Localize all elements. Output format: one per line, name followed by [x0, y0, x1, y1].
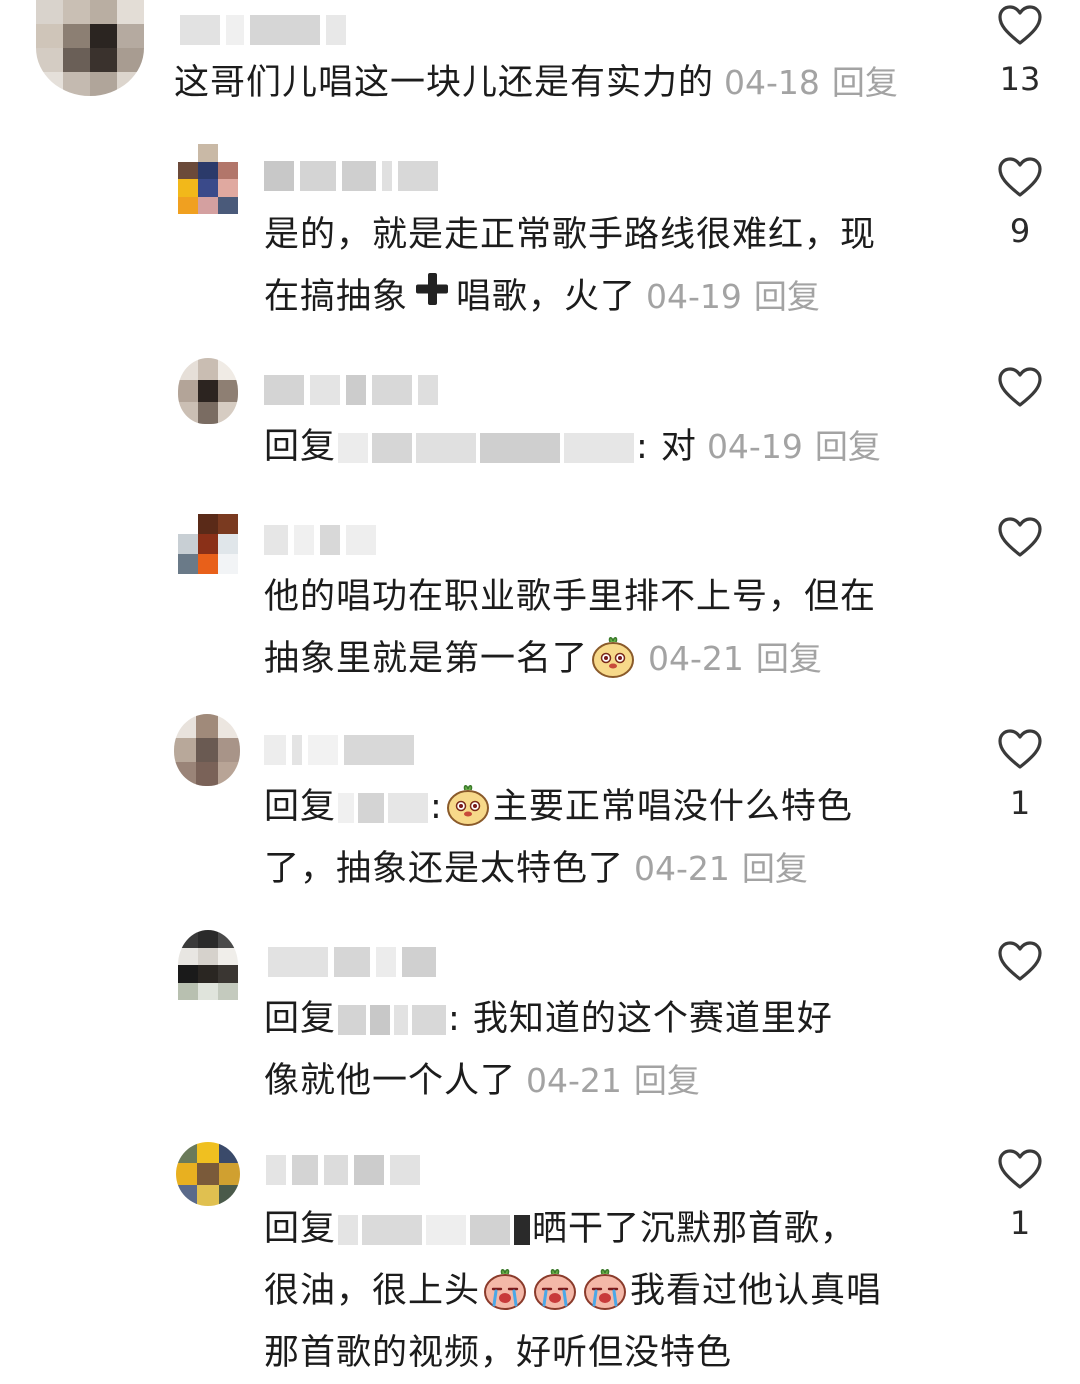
comment-text-line2b: 唱歌，火了 — [456, 277, 637, 317]
like-button[interactable]: 1 — [988, 1146, 1052, 1242]
comment-text-line1: 是的，就是走正常歌手路线很难红，现 — [264, 215, 877, 255]
reply-prefix: 回复 — [264, 427, 337, 467]
comment-text: : 对 — [636, 427, 697, 467]
sticker-emoji-icon — [590, 633, 636, 679]
comment-date: 04-21 — [648, 639, 744, 678]
avatar[interactable] — [176, 1142, 240, 1206]
comment-text-line1: 他的唱功在职业歌手里排不上号，但在 — [264, 577, 877, 617]
avatar[interactable] — [178, 514, 238, 574]
mentioned-user-redacted[interactable] — [336, 1209, 532, 1249]
comment-date: 04-19 — [706, 427, 803, 466]
heart-outline-icon — [998, 5, 1042, 45]
heart-outline-icon — [998, 517, 1042, 557]
username-redacted[interactable] — [266, 1152, 420, 1188]
username-redacted[interactable] — [264, 522, 376, 558]
comment-text-line2: 了，抽象还是太特色了 — [264, 849, 625, 889]
like-count: 1 — [1009, 784, 1031, 822]
comment-body: 他的唱功在职业歌手里排不上号，但在 抽象里就是第一名了 04-21 回复 — [264, 566, 944, 690]
avatar[interactable] — [174, 714, 240, 786]
like-count: 1 — [1009, 1204, 1031, 1242]
comment-body: 回复: 主要正常唱没什么特色 了，抽象还是太特色了 04-21 回复 — [264, 776, 944, 900]
comment-date: 04-21 — [634, 849, 730, 888]
comment-body: 回复 晒干了沉默那首歌， 很油，很上头 我看过他认真唱 那首歌的视频，好听但没特色 — [264, 1198, 954, 1384]
reply-button[interactable]: 回复 — [754, 277, 820, 316]
like-count: 9 — [1009, 212, 1031, 250]
username-redacted[interactable] — [264, 732, 414, 768]
like-count: 13 — [999, 60, 1041, 98]
comment-text-line3: 那首歌的视频，好听但没特色 — [264, 1333, 733, 1373]
comment-text-line2: 像就他一个人了 — [264, 1061, 517, 1101]
comment-text-line1: 主要正常唱没什么特色 — [492, 787, 853, 827]
reply-prefix: 回复 — [264, 787, 337, 827]
mentioned-user-redacted[interactable] — [336, 999, 448, 1039]
heart-outline-icon — [998, 941, 1042, 981]
reply-button[interactable]: 回复 — [742, 849, 808, 888]
reply-button[interactable]: 回复 — [815, 427, 881, 466]
comment-text-line2b: 我看过他认真唱 — [630, 1271, 883, 1311]
like-button[interactable] — [988, 514, 1052, 558]
comment-date: 04-19 — [646, 277, 742, 316]
heart-outline-icon — [998, 1149, 1042, 1189]
like-button[interactable] — [988, 364, 1052, 408]
crying-sticker-icon — [482, 1265, 528, 1311]
like-button[interactable]: 1 — [988, 726, 1052, 822]
crying-sticker-icon — [582, 1265, 628, 1311]
comment-date: 04-18 — [724, 63, 820, 102]
avatar[interactable] — [178, 144, 238, 214]
reply-button[interactable]: 回复 — [832, 63, 898, 102]
avatar[interactable] — [178, 358, 238, 424]
username-redacted[interactable] — [264, 158, 438, 194]
comment-text-line1: : 我知道的这个赛道里好 — [448, 999, 833, 1039]
username-redacted[interactable] — [268, 944, 436, 980]
comment-body: 回复 : 我知道的这个赛道里好 像就他一个人了 04-21 回复 — [264, 988, 944, 1112]
comment-text-line2a: 很油，很上头 — [264, 1271, 481, 1311]
comment-text: 这哥们儿唱这一块儿还是有实力的 — [174, 63, 715, 103]
mentioned-user-redacted[interactable] — [336, 787, 430, 827]
comment-body: 这哥们儿唱这一块儿还是有实力的 04-18 回复 — [174, 52, 898, 114]
comment-text-line1: 晒干了沉默那首歌， — [532, 1209, 857, 1249]
heart-outline-icon — [998, 367, 1042, 407]
comment-text-line2a: 在搞抽象 — [264, 277, 409, 317]
username-redacted[interactable] — [264, 372, 438, 408]
reply-button[interactable]: 回复 — [634, 1061, 700, 1100]
mentioned-user-redacted[interactable] — [336, 427, 636, 467]
comment-text-line2: 抽象里就是第一名了 — [264, 639, 589, 679]
comment-body: 是的，就是走正常歌手路线很难红，现 在搞抽象 唱歌，火了 04-19 回复 — [264, 204, 944, 329]
username-redacted[interactable] — [180, 12, 346, 48]
crying-sticker-icon — [532, 1265, 578, 1311]
reply-button[interactable]: 回复 — [756, 639, 822, 678]
heart-outline-icon — [998, 729, 1042, 769]
sticker-emoji-icon — [445, 781, 491, 827]
like-button[interactable] — [988, 938, 1052, 982]
like-button[interactable]: 13 — [988, 2, 1052, 98]
heart-outline-icon — [998, 157, 1042, 197]
plus-emoji-icon — [412, 267, 452, 329]
like-button[interactable]: 9 — [988, 154, 1052, 250]
avatar[interactable] — [36, 0, 144, 96]
reply-prefix: 回复 — [264, 999, 337, 1039]
avatar[interactable] — [178, 930, 238, 1000]
comment-date: 04-21 — [526, 1061, 622, 1100]
reply-prefix: 回复 — [264, 1209, 337, 1249]
comment-body: 回复 : 对 04-19 回复 — [264, 416, 881, 478]
